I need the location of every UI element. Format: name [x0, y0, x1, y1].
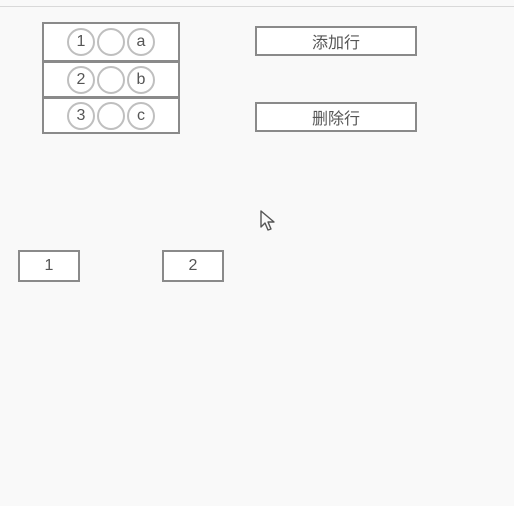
button-label: 添加行	[312, 29, 360, 53]
radio-option[interactable]	[97, 66, 125, 94]
delete-row-button[interactable]: 删除行	[255, 102, 417, 132]
radio-label: 2	[77, 71, 86, 89]
top-rule	[0, 6, 514, 7]
radio-row: 1 a	[44, 24, 178, 60]
footer-box-2[interactable]: 2	[162, 250, 224, 282]
radio-option[interactable]	[97, 102, 125, 130]
radio-label: 3	[77, 107, 86, 125]
radio-grid: 1 a 2 b 3 c	[42, 22, 180, 134]
radio-label: c	[137, 107, 145, 125]
radio-option[interactable]: 3	[67, 102, 95, 130]
radio-label: 1	[77, 33, 86, 51]
radio-label: b	[137, 71, 146, 89]
button-label: 删除行	[312, 105, 360, 129]
cursor-icon	[260, 210, 278, 234]
add-row-button[interactable]: 添加行	[255, 26, 417, 56]
radio-option[interactable]: b	[127, 66, 155, 94]
radio-row: 2 b	[44, 60, 178, 96]
radio-label: a	[137, 33, 146, 51]
radio-option[interactable]: c	[127, 102, 155, 130]
radio-option[interactable]	[97, 28, 125, 56]
box-label: 2	[189, 257, 198, 275]
footer-box-1[interactable]: 1	[18, 250, 80, 282]
radio-row: 3 c	[44, 96, 178, 132]
radio-option[interactable]: 1	[67, 28, 95, 56]
radio-option[interactable]: 2	[67, 66, 95, 94]
box-label: 1	[45, 257, 54, 275]
radio-option[interactable]: a	[127, 28, 155, 56]
